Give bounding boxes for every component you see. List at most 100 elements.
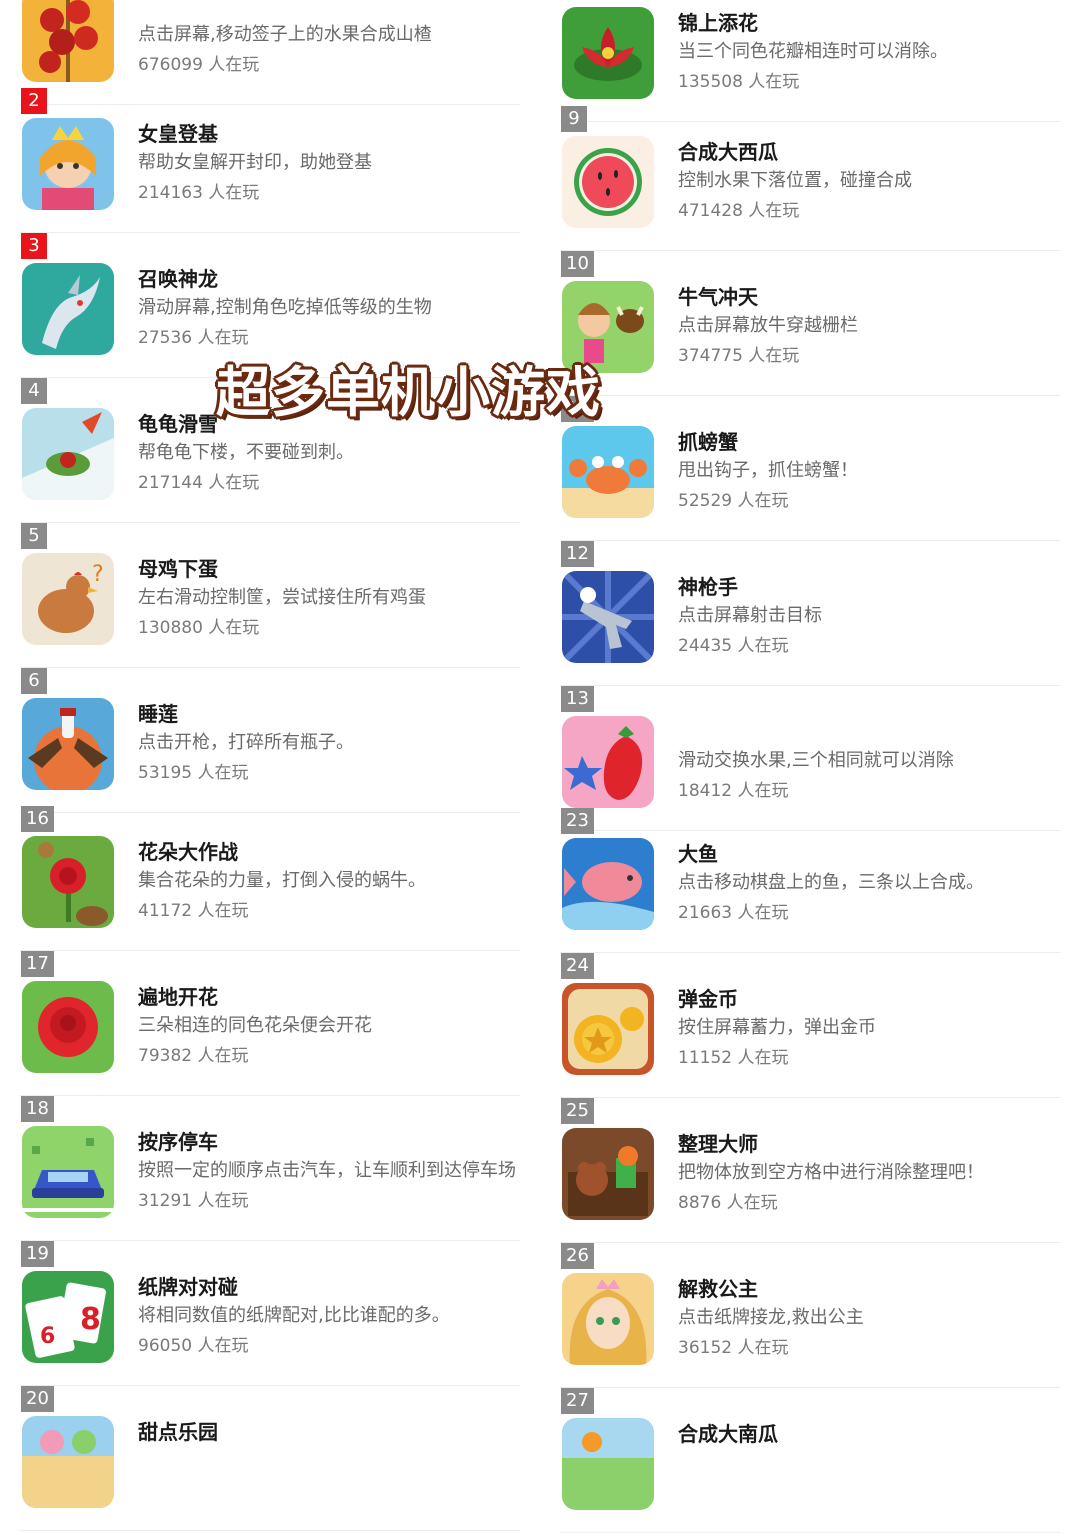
rank-badge: 20: [21, 1386, 54, 1412]
game-description: 点击屏幕射击目标: [678, 605, 822, 626]
game-list-item[interactable]: 10 牛气冲天点击屏幕放牛穿越栅栏 374775 人在玩: [560, 251, 1060, 396]
game-title[interactable]: 抓螃蟹: [678, 426, 738, 455]
game-list-item[interactable]: 27 合成大南瓜: [560, 1388, 1060, 1533]
turtle-icon[interactable]: [22, 408, 114, 500]
flower-snail-icon[interactable]: [22, 836, 114, 928]
player-count: 96050 人在玩: [138, 1336, 249, 1356]
game-title[interactable]: 合成大南瓜: [678, 1418, 778, 1447]
game-title[interactable]: 合成大西瓜: [678, 136, 778, 165]
strawberry-icon[interactable]: [562, 716, 654, 808]
game-title[interactable]: 解救公主: [678, 1273, 758, 1302]
game-list-item[interactable]: 20 甜点乐园: [20, 1386, 520, 1531]
game-title[interactable]: 整理大师: [678, 1128, 758, 1157]
rose-icon[interactable]: [22, 981, 114, 1073]
rank-badge: 9: [561, 106, 587, 132]
game-title[interactable]: 纸牌对对碰: [138, 1271, 238, 1300]
game-list-item[interactable]: 25 整理大师把物体放到空方格中进行消除整理吧！ 8876 人在玩: [560, 1098, 1060, 1243]
player-count: 52529 人在玩: [678, 491, 789, 511]
pistols-icon[interactable]: [22, 698, 114, 790]
car-icon[interactable]: [22, 1126, 114, 1218]
dragon-icon[interactable]: [22, 263, 114, 355]
game-description: 滑动交换水果,三个相同就可以消除: [678, 750, 954, 771]
game-title[interactable]: 龟龟滑雪: [138, 408, 218, 437]
watermelon-icon[interactable]: [562, 136, 654, 228]
game-list-item[interactable]: 17 遍地开花 三朵相连的同色花朵便会开花 79382 人在玩: [20, 951, 520, 1096]
dessert-icon[interactable]: [22, 1416, 114, 1508]
game-title[interactable]: 遍地开花: [138, 981, 218, 1010]
player-count: 130880 人在玩: [138, 618, 260, 638]
player-count: 18412 人在玩: [678, 781, 789, 801]
game-description: 把物体放到空方格中进行消除整理吧！: [678, 1162, 984, 1183]
game-description: 滑动屏幕,控制角色吃掉低等级的生物: [138, 297, 432, 318]
game-list-item[interactable]: 18 按序停车按照一定的顺序点击汽车，让车顺利到达停车场 31291 人在玩: [20, 1096, 520, 1241]
lotus-icon[interactable]: [562, 7, 654, 99]
rank-badge: 25: [561, 1098, 594, 1124]
rank-badge: 19: [21, 1241, 54, 1267]
game-description: 左右滑动控制筐，尝试接住所有鸡蛋: [138, 587, 426, 608]
overlay-caption: 超多单机小游戏: [216, 361, 601, 424]
rank-badge: 17: [21, 951, 54, 977]
rank-badge: 27: [561, 1388, 594, 1414]
player-count: 214163 人在玩: [138, 183, 260, 203]
game-title[interactable]: 神枪手: [678, 571, 738, 600]
rank-badge: 24: [561, 953, 594, 979]
player-count: 8876 人在玩: [678, 1193, 778, 1213]
player-count: 79382 人在玩: [138, 1046, 249, 1066]
rank-badge: 10: [561, 251, 594, 277]
game-title[interactable]: 甜点乐园: [138, 1416, 218, 1445]
hen-icon[interactable]: ?: [22, 553, 114, 645]
player-count: 676099 人在玩: [138, 55, 260, 75]
fish-icon[interactable]: [562, 838, 654, 930]
game-list-item[interactable]: 11 抓螃蟹 甩出钩子，抓住螃蟹！ 52529 人在玩: [560, 396, 1060, 541]
game-title[interactable]: 睡莲: [138, 698, 178, 727]
game-description: 按照一定的顺序点击汽车，让车顺利到达停车场: [138, 1160, 516, 1181]
rank-badge: 13: [561, 686, 594, 712]
game-list-item[interactable]: 6 睡莲 点击开枪，打碎所有瓶子。 53195 人在玩: [20, 668, 520, 813]
svg-text:?: ?: [92, 562, 104, 587]
game-description: 帮助女皇解开封印，助她登基: [138, 152, 372, 173]
player-count: 31291 人在玩: [138, 1191, 249, 1211]
game-description: 按住屏幕蓄力，弹出金币: [678, 1017, 876, 1038]
game-list-item[interactable]: 锦上添花 当三个同色花瓣相连时可以消除。 135508 人在玩: [560, 0, 1060, 122]
game-list-item[interactable]: 16 花朵大作战 集合花朵的力量，打倒入侵的蜗牛。 41172 人在玩: [20, 806, 520, 951]
game-list-item[interactable]: 9 合成大西瓜 控制水果下落位置，碰撞合成 471428 人在玩: [560, 106, 1060, 251]
game-title[interactable]: 母鸡下蛋: [138, 553, 218, 582]
game-list-item[interactable]: 2 女皇登基 帮助女皇解开封印，助她登基 214163 人在玩: [20, 88, 520, 233]
princess-icon[interactable]: [562, 1273, 654, 1365]
game-title[interactable]: 大鱼: [678, 838, 718, 867]
game-list-item[interactable]: 12 神枪手 点击屏幕射击目标 24435 人在玩: [560, 541, 1060, 686]
game-list-item[interactable]: 19 8 6 纸牌对对碰 将相同数值的纸牌配对,比比谁配的多。 96050 人在玩: [20, 1241, 520, 1386]
game-title[interactable]: 女皇登基: [138, 118, 218, 147]
rank-badge: 26: [561, 1243, 594, 1269]
revolver-icon[interactable]: [562, 571, 654, 663]
game-list-item[interactable]: 26 解救公主 点击纸牌接龙,救出公主 36152 人在玩: [560, 1243, 1060, 1388]
game-title[interactable]: 花朵大作战: [138, 836, 238, 865]
game-description: 甩出钩子，抓住螃蟹！: [678, 460, 858, 481]
game-title[interactable]: 弹金币: [678, 983, 738, 1012]
game-list-item[interactable]: 24 弹金币按住屏幕蓄力，弹出金币 11152 人在玩: [560, 953, 1060, 1098]
rank-badge: 5: [21, 523, 47, 549]
cards-icon[interactable]: 86: [22, 1271, 114, 1363]
crab-icon[interactable]: [562, 426, 654, 518]
game-title[interactable]: 按序停车: [138, 1126, 218, 1155]
game-title[interactable]: 召唤神龙: [138, 263, 218, 292]
game-list-item[interactable]: 5? 母鸡下蛋左右滑动控制筐，尝试接住所有鸡蛋 130880 人在玩: [20, 523, 520, 668]
game-description: 当三个同色花瓣相连时可以消除。: [678, 41, 948, 62]
pumpkin-icon[interactable]: [562, 1418, 654, 1510]
divider: [20, 1530, 520, 1531]
queen-icon[interactable]: [22, 118, 114, 210]
toybox-icon[interactable]: [562, 1128, 654, 1220]
coin-icon[interactable]: [562, 983, 654, 1075]
game-list-item[interactable]: 23 大鱼 点击移动棋盘上的鱼，三条以上合成。 21663 人在玩: [560, 808, 1060, 953]
hawthorn-icon[interactable]: [22, 0, 114, 82]
game-title[interactable]: 牛气冲天: [678, 281, 758, 310]
player-count: 374775 人在玩: [678, 346, 800, 366]
player-count: 11152 人在玩: [678, 1048, 789, 1068]
player-count: 53195 人在玩: [138, 763, 249, 783]
game-description: 点击屏幕放牛穿越栅栏: [678, 315, 858, 336]
rank-badge: 12: [561, 541, 594, 567]
player-count: 27536 人在玩: [138, 328, 249, 348]
rank-badge: 18: [21, 1096, 54, 1122]
player-count: 471428 人在玩: [678, 201, 800, 221]
game-title[interactable]: 锦上添花: [678, 7, 758, 36]
